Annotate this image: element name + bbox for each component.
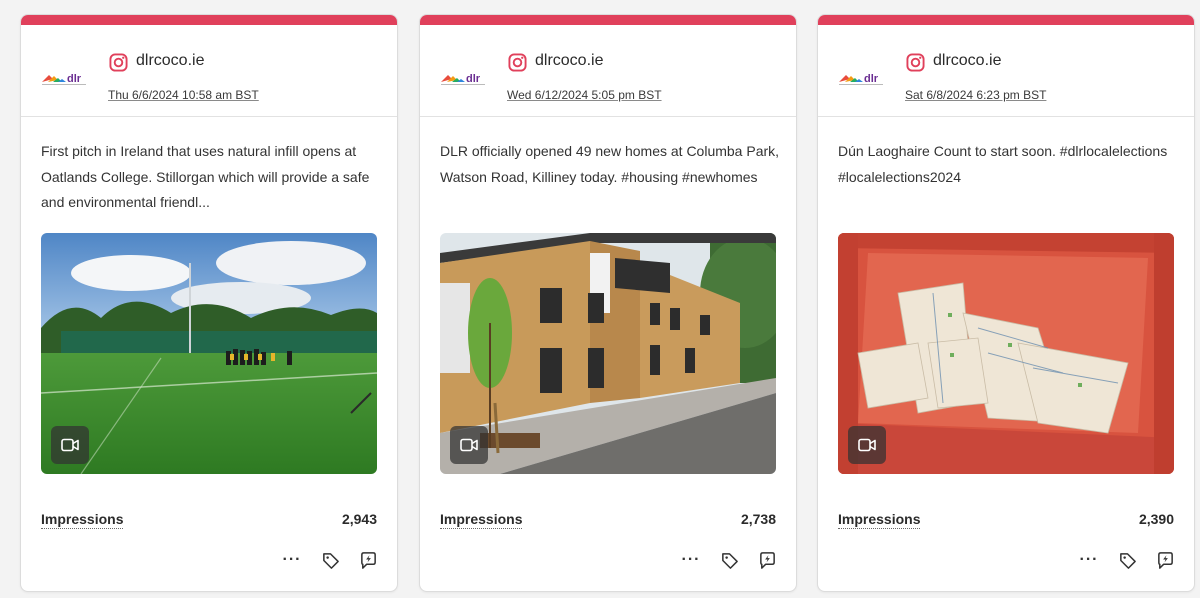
tag-button[interactable] [319, 549, 341, 571]
video-indicator [848, 426, 886, 464]
dlr-logo [41, 69, 89, 87]
video-camera-icon [61, 438, 79, 452]
more-options-button[interactable]: ··· [281, 549, 303, 571]
instagram-icon [508, 53, 527, 72]
card-accent-bar [21, 15, 397, 25]
boost-post-icon [758, 551, 777, 570]
post-media[interactable] [440, 233, 776, 474]
card-accent-bar [420, 15, 796, 25]
boost-button[interactable] [357, 549, 379, 571]
card-actions: ··· [1078, 549, 1176, 571]
account-name: dlrcoco.ie [136, 52, 205, 69]
boost-button[interactable] [756, 549, 778, 571]
impressions-value: 2,738 [740, 511, 776, 527]
post-caption: DLR officially opened 49 new homes at Co… [440, 143, 780, 185]
card-header: dlrcoco.ie Sat 6/8/2024 6:23 pm BST [818, 25, 1194, 117]
card-actions: ··· [281, 549, 379, 571]
impressions-value: 2,390 [1138, 511, 1174, 527]
tag-icon [1118, 551, 1137, 570]
dlr-logo [440, 69, 488, 87]
tag-button[interactable] [1116, 549, 1138, 571]
boost-post-icon [359, 551, 378, 570]
account-name: dlrcoco.ie [933, 52, 1002, 69]
instagram-icon [906, 53, 925, 72]
boost-post-icon [1156, 551, 1175, 570]
impressions-label[interactable]: Impressions [440, 511, 523, 529]
post-date-link[interactable]: Sat 6/8/2024 6:23 pm BST [905, 88, 1046, 102]
video-camera-icon [460, 438, 478, 452]
instagram-icon [109, 53, 128, 72]
post-caption: Dún Laoghaire Count to start soon. #dlrl… [838, 143, 1168, 185]
media-thumbnail [440, 233, 776, 474]
tag-icon [321, 551, 340, 570]
impressions-value: 2,943 [341, 511, 377, 527]
card-header: dlrcoco.ie Thu 6/6/2024 10:58 am BST [21, 25, 397, 117]
video-camera-icon [858, 438, 876, 452]
post-date-link[interactable]: Thu 6/6/2024 10:58 am BST [108, 88, 259, 102]
more-options-button[interactable]: ··· [1078, 549, 1100, 571]
post-media[interactable] [838, 233, 1174, 474]
boost-button[interactable] [1154, 549, 1176, 571]
post-card[interactable]: dlrcoco.ie Wed 6/12/2024 5:05 pm BST DLR… [419, 14, 797, 592]
account-name: dlrcoco.ie [535, 52, 604, 69]
media-thumbnail [838, 233, 1174, 474]
impressions-label[interactable]: Impressions [41, 511, 124, 529]
video-indicator [450, 426, 488, 464]
card-accent-bar [818, 15, 1194, 25]
tag-button[interactable] [718, 549, 740, 571]
video-indicator [51, 426, 89, 464]
card-header: dlrcoco.ie Wed 6/12/2024 5:05 pm BST [420, 25, 796, 117]
post-caption: First pitch in Ireland that uses natural… [41, 143, 370, 210]
post-card[interactable]: dlrcoco.ie Sat 6/8/2024 6:23 pm BST Dún … [817, 14, 1195, 592]
dlr-logo [838, 69, 886, 87]
impressions-label[interactable]: Impressions [838, 511, 921, 529]
tag-icon [720, 551, 739, 570]
post-card[interactable]: dlrcoco.ie Thu 6/6/2024 10:58 am BST Fir… [20, 14, 398, 592]
media-thumbnail [41, 233, 377, 474]
more-options-button[interactable]: ··· [680, 549, 702, 571]
card-actions: ··· [680, 549, 778, 571]
post-media[interactable] [41, 233, 377, 474]
post-date-link[interactable]: Wed 6/12/2024 5:05 pm BST [507, 88, 662, 102]
